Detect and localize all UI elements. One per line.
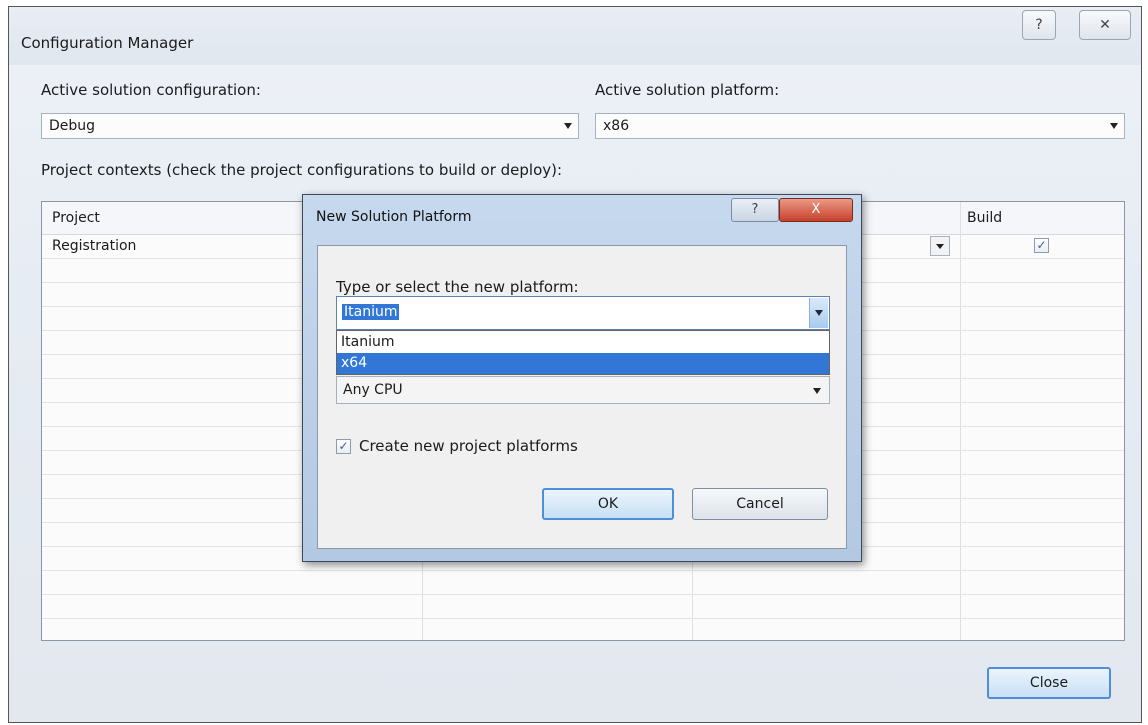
chevron-down-icon: [813, 388, 821, 394]
title-bar: Configuration Manager ? ✕: [9, 7, 1141, 65]
copy-settings-from-value: Any CPU: [343, 382, 403, 398]
chevron-down-icon: [815, 310, 823, 316]
list-item[interactable]: Itanium: [337, 332, 829, 353]
window-title: Configuration Manager: [21, 34, 194, 52]
dialog-client-area: Type or select the new platform: Itanium…: [317, 245, 847, 549]
platform-cell-dropdown[interactable]: [930, 236, 950, 256]
active-config-label: Active solution configuration:: [41, 81, 261, 99]
screen: Configuration Manager ? ✕ Active solutio…: [0, 0, 1148, 725]
cancel-button[interactable]: Cancel: [692, 488, 828, 520]
help-icon[interactable]: ?: [731, 198, 779, 222]
combobox-dropdown-button[interactable]: [809, 298, 828, 328]
active-platform-dropdown[interactable]: x86: [595, 113, 1125, 139]
list-item-selected[interactable]: x64: [337, 353, 829, 374]
close-icon[interactable]: X: [779, 198, 853, 222]
platform-dropdown-list: Itanium x64: [336, 330, 830, 375]
help-icon[interactable]: ?: [1022, 10, 1056, 40]
create-project-platforms-checkbox[interactable]: ✓: [336, 439, 351, 454]
close-icon[interactable]: ✕: [1079, 10, 1131, 40]
column-header-project: Project: [52, 210, 100, 226]
table-row: [42, 594, 1124, 619]
build-checkbox[interactable]: ✓: [1034, 238, 1049, 253]
chevron-down-icon: [936, 244, 944, 249]
new-platform-combobox[interactable]: Itanium: [336, 296, 830, 330]
table-row: [42, 570, 1124, 595]
copy-settings-from-dropdown[interactable]: Any CPU: [336, 376, 830, 404]
chevron-down-icon: [564, 123, 572, 129]
active-config-value: Debug: [49, 118, 96, 134]
active-config-dropdown[interactable]: Debug: [41, 113, 579, 139]
close-button[interactable]: Close: [987, 667, 1111, 699]
active-platform-value: x86: [603, 118, 630, 134]
project-name-cell: Registration: [52, 238, 137, 254]
project-contexts-label: Project contexts (check the project conf…: [41, 161, 563, 179]
new-platform-label: Type or select the new platform:: [336, 278, 579, 296]
new-platform-input-value[interactable]: Itanium: [342, 304, 400, 320]
dialog-title: New Solution Platform: [316, 209, 472, 225]
active-platform-label: Active solution platform:: [595, 81, 780, 99]
ok-button[interactable]: OK: [542, 488, 674, 520]
create-project-platforms-label[interactable]: Create new project platforms: [359, 437, 578, 455]
column-header-build: Build: [967, 210, 1003, 226]
chevron-down-icon: [1110, 123, 1118, 129]
new-solution-platform-dialog: New Solution Platform ? X Type or select…: [302, 194, 862, 562]
